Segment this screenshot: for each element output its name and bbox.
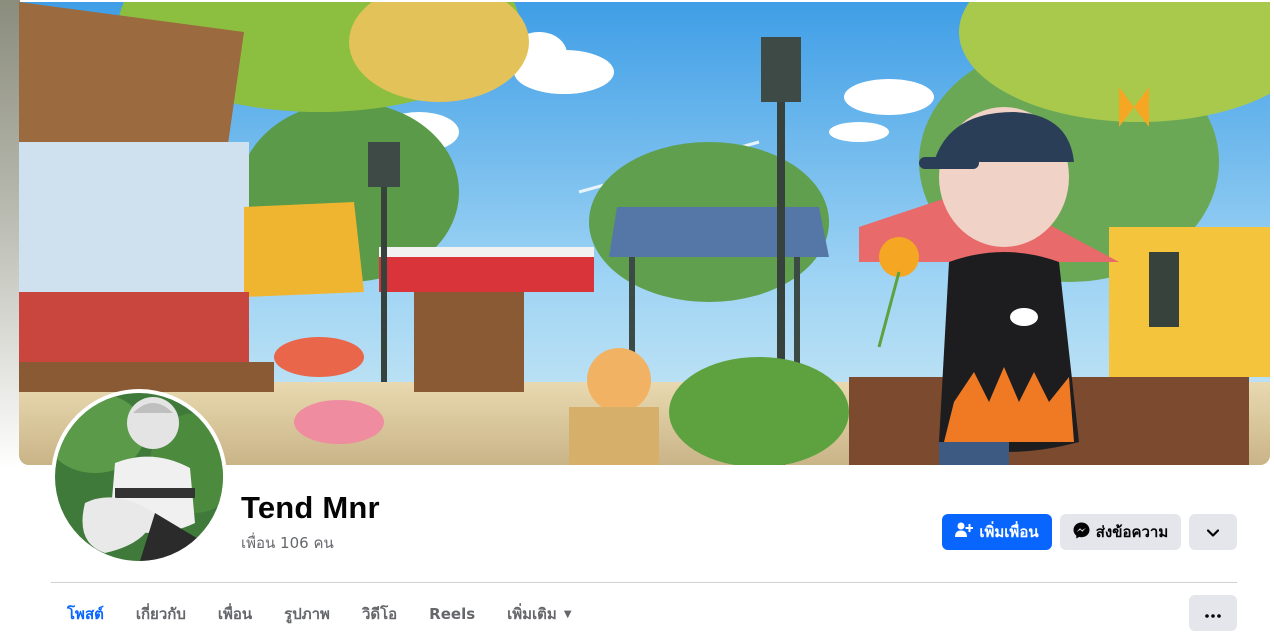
profile-avatar[interactable] [51,389,227,565]
tab-friends[interactable]: เพื่อน [202,596,268,632]
tab-posts[interactable]: โพสต์ [51,596,120,632]
more-horizontal-icon [1205,604,1221,622]
chevron-down-icon [1206,523,1220,541]
more-options-button[interactable] [1189,595,1237,631]
profile-page: Tend Mnr เพื่อน 106 คน เพิ่มเพื่อน ส่งข้… [0,0,1274,634]
profile-tabs: โพสต์ เกี่ยวกับ เพื่อน รูปภาพ วิดีโอ Ree… [51,596,588,632]
tab-videos-label: วิดีโอ [361,605,398,623]
header-divider [51,582,1237,583]
profile-name: Tend Mnr [241,490,380,525]
add-friend-label: เพิ่มเพื่อน [979,523,1039,541]
tab-posts-label: โพสต์ [67,605,104,623]
profile-options-chevron-button[interactable] [1189,514,1237,550]
add-friend-button[interactable]: เพิ่มเพื่อน [942,514,1052,550]
tab-reels[interactable]: Reels [413,596,491,632]
add-person-icon [955,522,974,542]
caret-down-icon: ▼ [563,608,572,620]
tab-videos[interactable]: วิดีโอ [346,596,413,632]
tab-about-label: เกี่ยวกับ [135,605,186,623]
tab-photos[interactable]: รูปภาพ [268,596,346,632]
message-label: ส่งข้อความ [1095,523,1169,541]
tab-photos-label: รูปภาพ [284,605,330,623]
message-button[interactable]: ส่งข้อความ [1060,514,1181,550]
messenger-icon [1073,522,1090,543]
tab-about[interactable]: เกี่ยวกับ [120,596,202,632]
avatar-image [55,393,223,561]
tab-more[interactable]: เพิ่มเติม ▼ [491,596,587,632]
friends-count[interactable]: เพื่อน 106 คน [241,531,334,555]
tab-friends-label: เพื่อน [217,605,253,623]
cover-photo[interactable] [19,2,1270,465]
edge-shade [0,0,20,470]
tab-reels-label: Reels [429,605,476,623]
tab-more-label: เพิ่มเติม [507,605,557,623]
